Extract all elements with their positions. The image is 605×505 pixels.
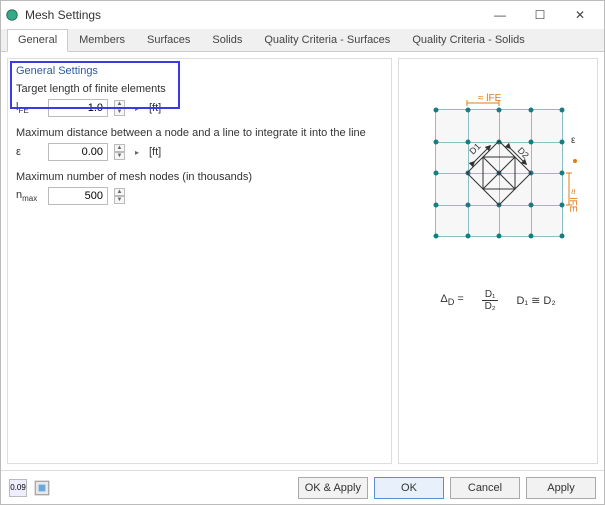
tab-surfaces[interactable]: Surfaces (136, 29, 201, 52)
diagram-eps-label: ε (571, 135, 575, 146)
window-minimize-button[interactable]: — (480, 5, 520, 25)
footer-help-icon[interactable] (33, 479, 51, 497)
mesh-diagram: ≈ lFE ≈ lFE ε (413, 99, 583, 269)
diagram-formula: ΔD = D₁D₂ D₁ ≅ D₂ (440, 289, 555, 312)
max-distance-input[interactable] (48, 143, 108, 161)
target-length-label: Target length of finite elements (16, 83, 383, 95)
window-close-button[interactable]: ✕ (560, 5, 600, 25)
diagram-d1-label: D1 (467, 141, 482, 156)
group-header: General Settings (16, 65, 383, 77)
diagram-eps-dot (573, 159, 577, 163)
tab-general[interactable]: General (7, 29, 68, 52)
right-pane: ≈ lFE ≈ lFE ε (398, 58, 598, 464)
target-length-unit: [ft] (149, 102, 161, 114)
body: General Settings Target length of finite… (1, 52, 604, 470)
max-distance-label: Maximum distance between a node and a li… (16, 127, 383, 139)
max-distance-spinner[interactable]: ▲▼ (114, 144, 125, 160)
max-nodes-symbol: nmax (16, 189, 42, 203)
window-maximize-button[interactable]: ☐ (520, 5, 560, 25)
target-length-symbol: lFE (16, 101, 42, 115)
ok-and-apply-button[interactable]: OK & Apply (298, 477, 368, 499)
diagram-d2-label: D2 (516, 145, 531, 160)
mesh-settings-window: Mesh Settings — ☐ ✕ General Members Surf… (0, 0, 605, 505)
tab-bar: General Members Surfaces Solids Quality … (1, 29, 604, 52)
target-length-spinner[interactable]: ▲▼ (114, 100, 125, 116)
tab-members[interactable]: Members (68, 29, 136, 52)
max-distance-step-button[interactable]: ▸ (131, 145, 143, 159)
target-length-row: lFE ▲▼ ▸ [ft] (16, 99, 383, 117)
max-nodes-row: nmax ▲▼ (16, 187, 383, 205)
target-length-step-button[interactable]: ▸ (131, 101, 143, 115)
diagram-lfe-top-label: ≈ lFE (478, 93, 501, 104)
ok-button[interactable]: OK (374, 477, 444, 499)
diagram-overlay: D1 D2 (435, 109, 563, 237)
tab-solids[interactable]: Solids (201, 29, 253, 52)
tab-quality-surfaces[interactable]: Quality Criteria - Surfaces (253, 29, 401, 52)
max-distance-unit: [ft] (149, 146, 161, 158)
window-title: Mesh Settings (25, 8, 101, 22)
footer: 0.09 OK & Apply OK Cancel Apply (1, 470, 604, 504)
apply-button[interactable]: Apply (526, 477, 596, 499)
tab-quality-solids[interactable]: Quality Criteria - Solids (401, 29, 535, 52)
target-length-input[interactable] (48, 99, 108, 117)
max-distance-symbol: ε (16, 146, 42, 158)
max-distance-row: ε ▲▼ ▸ [ft] (16, 143, 383, 161)
left-pane: General Settings Target length of finite… (7, 58, 392, 464)
cancel-button[interactable]: Cancel (450, 477, 520, 499)
max-nodes-spinner[interactable]: ▲▼ (114, 188, 125, 204)
titlebar: Mesh Settings — ☐ ✕ (1, 1, 604, 29)
app-icon (5, 8, 19, 22)
max-nodes-label: Maximum number of mesh nodes (in thousan… (16, 171, 383, 183)
footer-value-icon[interactable]: 0.09 (9, 479, 27, 497)
max-nodes-input[interactable] (48, 187, 108, 205)
